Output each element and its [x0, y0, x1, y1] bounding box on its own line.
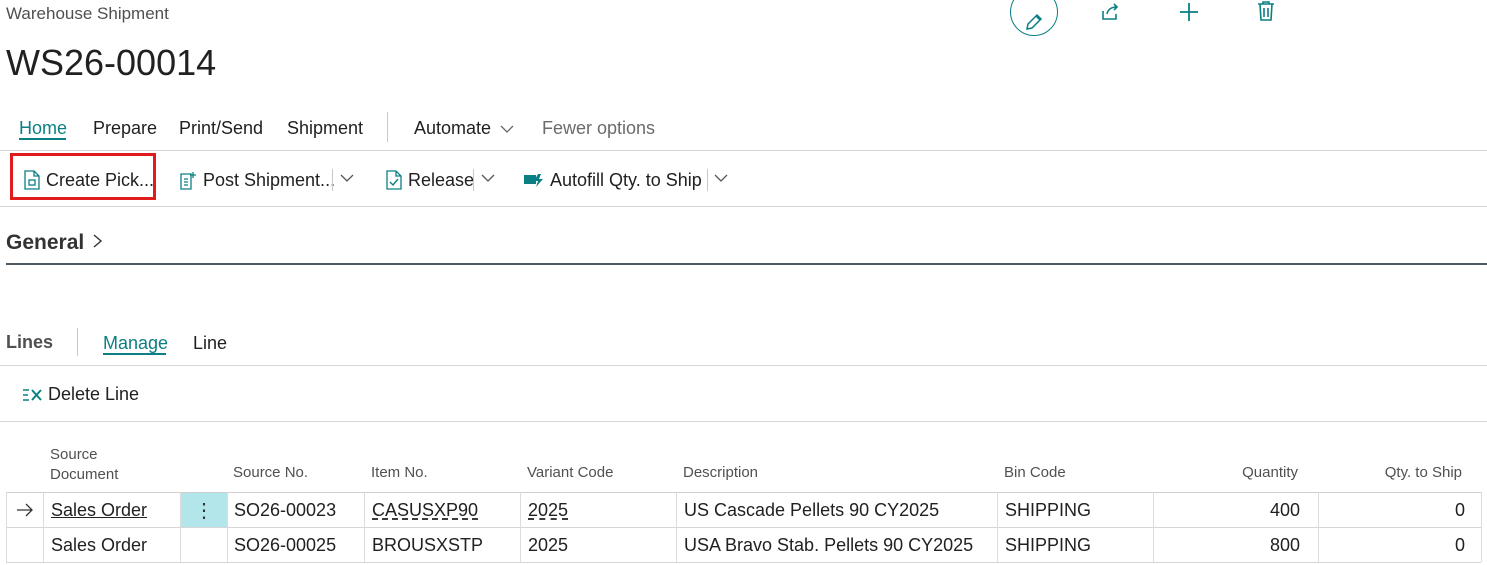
cell-quantity: 400	[1269, 500, 1300, 520]
plus-icon	[1180, 3, 1198, 21]
tab-line[interactable]: Line	[193, 333, 227, 354]
cell-qty-to-ship[interactable]: 0	[1360, 500, 1465, 521]
trash-icon	[1258, 1, 1274, 21]
tab-automate[interactable]: Automate	[414, 118, 514, 139]
cell-description: US Cascade Pellets 90 CY2025	[684, 500, 940, 520]
delete-button[interactable]	[1256, 0, 1276, 27]
tab-home[interactable]: Home	[19, 118, 67, 139]
col-bin-code[interactable]: Bin Code	[1004, 464, 1066, 481]
cell-item-no[interactable]: BROUSXSTP	[372, 535, 483, 556]
cell-variant-code[interactable]: 2025	[528, 500, 568, 521]
cell-description: USA Bravo Stab. Pellets 90 CY2025	[684, 535, 974, 555]
lines-section-label: Lines	[6, 332, 54, 352]
share-button[interactable]	[1099, 1, 1121, 28]
chevron-down-icon	[500, 125, 514, 133]
page-title: WS26-00014	[6, 42, 217, 83]
page-caption: Warehouse Shipment	[6, 4, 169, 23]
more-options-icon: ⋮	[194, 499, 214, 522]
cell-bin-code: SHIPPING	[1005, 500, 1092, 520]
delete-line-button[interactable]: Delete Line	[22, 384, 139, 405]
release-icon	[386, 170, 402, 190]
row-actions-button[interactable]: ⋮	[181, 493, 227, 527]
general-section-header[interactable]: General	[6, 231, 104, 255]
new-button[interactable]	[1178, 1, 1200, 28]
tab-print-send[interactable]: Print/Send	[179, 118, 263, 139]
autofill-button[interactable]: Autofill Qty. to Ship	[523, 166, 702, 194]
col-variant-code[interactable]: Variant Code	[527, 464, 613, 481]
col-item-no[interactable]: Item No.	[371, 464, 428, 481]
tab-prepare[interactable]: Prepare	[93, 118, 157, 139]
edit-button[interactable]	[1010, 0, 1058, 36]
col-description[interactable]: Description	[683, 464, 758, 481]
col-qty-to-ship[interactable]: Qty. to Ship	[1350, 464, 1462, 481]
col-source-no[interactable]: Source No.	[233, 464, 308, 481]
post-shipment-icon	[180, 172, 196, 190]
cell-source-document[interactable]: Sales Order	[51, 535, 147, 556]
fewer-options-link[interactable]: Fewer options	[542, 118, 655, 139]
release-dropdown-icon[interactable]	[481, 173, 495, 183]
autofill-icon	[524, 174, 543, 187]
cell-quantity: 800	[1269, 535, 1300, 555]
tab-shipment[interactable]: Shipment	[287, 118, 363, 139]
chevron-right-icon	[93, 234, 103, 248]
pencil-icon	[1026, 13, 1043, 30]
cell-source-document[interactable]: Sales Order	[51, 500, 147, 521]
delete-line-icon	[23, 388, 42, 401]
share-icon	[1102, 3, 1119, 20]
post-shipment-dropdown-icon[interactable]	[340, 173, 354, 183]
current-row-arrow-icon	[17, 503, 33, 517]
cell-variant-code[interactable]: 2025	[528, 535, 568, 556]
cell-source-no: SO26-00023	[234, 500, 337, 520]
col-quantity[interactable]: Quantity	[1200, 464, 1298, 481]
post-shipment-button[interactable]: Post Shipment...	[179, 166, 335, 194]
release-button[interactable]: Release	[385, 166, 474, 194]
autofill-dropdown-icon[interactable]	[714, 173, 728, 183]
cell-bin-code: SHIPPING	[1005, 535, 1092, 555]
cell-qty-to-ship[interactable]: 0	[1360, 535, 1465, 556]
cell-item-no[interactable]: CASUSXP90	[372, 500, 478, 521]
highlight-box	[10, 153, 156, 200]
cell-source-no: SO26-00025	[234, 535, 337, 555]
col-source-document[interactable]: Source Document	[50, 446, 118, 483]
tab-manage[interactable]: Manage	[103, 333, 168, 354]
